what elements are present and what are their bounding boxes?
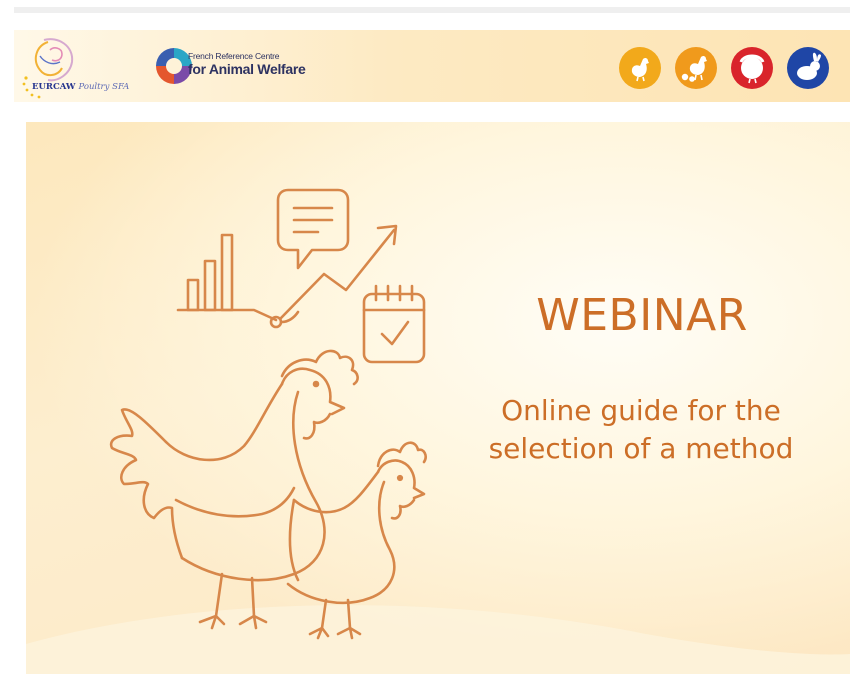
webinar-subtitle-line1: Online guide for the	[501, 394, 781, 427]
calendar-check-icon	[362, 284, 426, 364]
eurcaw-suffix: Poultry SFA	[78, 82, 130, 92]
hen-illustration	[109, 349, 359, 630]
rabbit-icon	[786, 46, 830, 90]
webinar-title: WEBINAR	[536, 290, 748, 341]
header-banner: EURCAW Poultry SFA French Reference Centr…	[14, 30, 850, 102]
small-hen-illustration	[286, 441, 427, 640]
webinar-slide: WEBINAR Online guide for the selection o…	[26, 122, 850, 674]
frcaw-logo-line2: for Animal Welfare	[188, 61, 306, 77]
turkey-icon	[730, 46, 774, 90]
hen-icon	[618, 46, 662, 90]
eurcaw-name: EURCAW	[32, 82, 76, 92]
speech-bubble-icon	[276, 188, 350, 270]
frcaw-logo-line1: French Reference Centre	[188, 51, 280, 61]
webinar-subtitle-line2: selection of a method	[488, 432, 794, 465]
top-divider	[14, 7, 850, 13]
species-icons	[610, 46, 850, 90]
hen-with-chicks-icon	[674, 46, 718, 90]
eurcaw-logo-text: EURCAW Poultry SFA	[32, 82, 129, 92]
trend-arrow-icon	[269, 224, 398, 329]
